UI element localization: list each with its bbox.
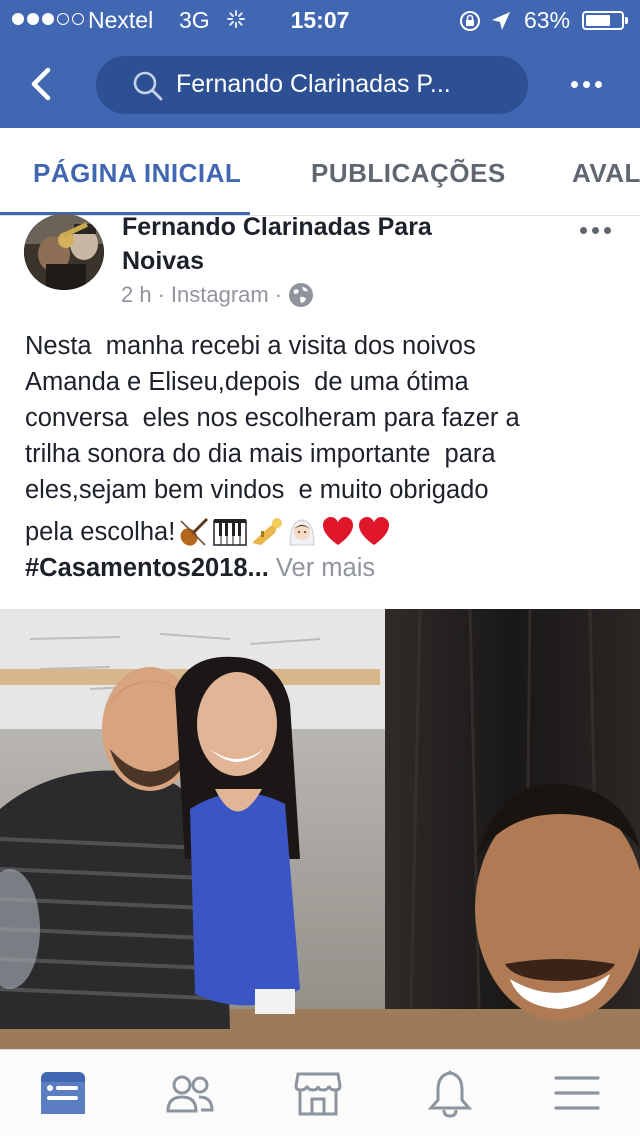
author-name-line2: Noivas (122, 247, 204, 275)
meta-separator: · (274, 282, 283, 307)
avatar[interactable] (24, 214, 104, 290)
post-text: Nesta manha recebi a visita dos noivos A… (25, 328, 625, 586)
search-bar[interactable]: Fernando Clarinadas P... (96, 56, 528, 114)
menu-icon[interactable] (552, 1068, 602, 1118)
notifications-bell-icon[interactable] (425, 1068, 475, 1118)
post-options-icon[interactable] (580, 222, 620, 238)
post-author[interactable]: Fernando Clarinadas Para Noivas (122, 210, 562, 278)
tab-reviews[interactable]: AVAL (572, 158, 640, 189)
bride-emoji (289, 519, 315, 546)
author-name-line1: Fernando Clarinadas Para (122, 213, 432, 241)
post-meta: 2 h · Instagram · (121, 282, 314, 308)
marketplace-icon[interactable] (293, 1068, 343, 1118)
status-bar: Nextel 3G 15:07 63% (0, 0, 640, 40)
tab-posts[interactable]: PUBLICAÇÕES (311, 158, 506, 189)
page-tabs: PÁGINA INICIAL PUBLICAÇÕES AVAL (0, 128, 640, 216)
see-more-link[interactable]: Ver mais (276, 554, 375, 582)
emoji-line: pela escolha! (25, 514, 625, 550)
post-time[interactable]: 2 h (121, 282, 152, 308)
post-text-line: pela escolha! (25, 518, 176, 546)
location-arrow-icon (492, 12, 510, 30)
post-source: Instagram (170, 282, 269, 307)
post-photo[interactable] (0, 609, 640, 1049)
tab-home[interactable]: PÁGINA INICIAL (33, 158, 241, 189)
post-text-line: Nesta manha recebi a visita dos noivos (25, 332, 476, 360)
top-header: Nextel 3G 15:07 63% Fernando Clarinadas … (0, 0, 640, 128)
battery-percent: 63% (524, 7, 571, 33)
post-text-line: Amanda e Eliseu,depois de uma ótima (25, 368, 469, 396)
red-heart-emoji (359, 517, 390, 545)
news-feed-icon[interactable] (38, 1068, 88, 1118)
more-dots-icon[interactable] (564, 72, 608, 96)
trumpet-emoji (252, 518, 283, 545)
friends-icon[interactable] (165, 1068, 215, 1118)
back-chevron-icon[interactable] (22, 64, 62, 104)
hashtag-line: #Casamentos2018... Ver mais (25, 550, 625, 586)
hashtag-link[interactable]: #Casamentos2018... (25, 554, 269, 582)
meta-separator: · (157, 282, 165, 307)
search-icon (133, 71, 163, 101)
rotation-lock-icon (460, 11, 480, 31)
globe-icon (289, 283, 314, 307)
violin-emoji (180, 517, 209, 546)
search-query: Fernando Clarinadas P... (176, 70, 451, 98)
post-text-line: trilha sonora do dia mais importante par… (25, 440, 496, 468)
bottom-nav (0, 1049, 640, 1136)
red-heart-emoji (323, 517, 354, 545)
piano-keys-emoji (213, 519, 248, 546)
post-text-line: eles,sejam bem vindos e muito obrigado (25, 476, 489, 504)
battery-icon (582, 11, 628, 30)
post-text-line: conversa eles nos escolheram para fazer … (25, 404, 520, 432)
